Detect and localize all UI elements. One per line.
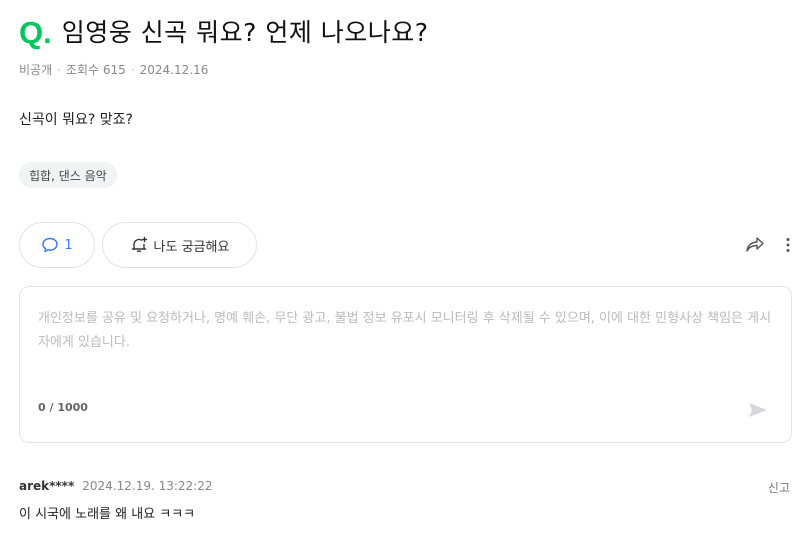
- question-meta: 비공개 · 조회수 615 · 2024.12.16: [19, 61, 208, 78]
- reply-username[interactable]: arek****: [19, 479, 74, 493]
- comment-count: 1: [64, 237, 73, 253]
- category-tag[interactable]: 힙합, 댄스 음악: [19, 162, 117, 188]
- share-icon[interactable]: [745, 236, 765, 254]
- reply-meta: arek**** 2024.12.19. 13:22:22: [19, 479, 212, 493]
- qna-page: Q. 임영웅 신곡 뭐요? 언제 나오나요? 비공개 · 조회수 615 · 2…: [0, 0, 803, 537]
- comment-button[interactable]: 1: [19, 222, 95, 268]
- me-too-curious-button[interactable]: 나도 궁금해요: [102, 222, 257, 268]
- character-counter: 0 / 1000: [38, 401, 88, 414]
- question-title: 임영웅 신곡 뭐요? 언제 나오나요?: [61, 18, 429, 47]
- answer-composer: 0 / 1000: [19, 286, 792, 443]
- visibility-label: 비공개: [19, 63, 53, 77]
- question-mark: Q.: [19, 15, 52, 50]
- more-icon[interactable]: [783, 236, 793, 254]
- bell-plus-icon: [131, 236, 147, 252]
- reply-datetime: 2024.12.19. 13:22:22: [82, 479, 213, 493]
- meta-separator: ·: [57, 62, 61, 77]
- question-body: 신곡이 뭐요? 맞죠?: [19, 112, 133, 128]
- meta-separator: ·: [130, 62, 135, 77]
- reply-text: 이 시국에 노래를 왜 내요 ㅋㅋㅋ: [19, 507, 196, 522]
- question-header: Q. 임영웅 신곡 뭐요? 언제 나오나요?: [19, 14, 429, 52]
- me-too-curious-label: 나도 궁금해요: [153, 239, 230, 255]
- answer-input[interactable]: [38, 307, 773, 367]
- post-date: 2024.12.16: [139, 62, 209, 77]
- comment-icon: [42, 237, 59, 253]
- report-button[interactable]: 신고: [768, 479, 790, 496]
- view-count: 조회수 615: [65, 63, 126, 77]
- send-icon[interactable]: [747, 401, 769, 419]
